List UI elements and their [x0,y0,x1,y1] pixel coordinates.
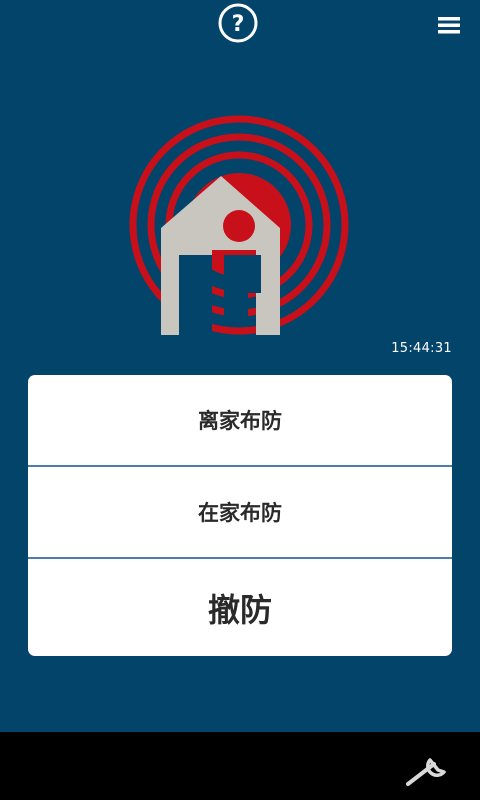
home-arm-button[interactable]: 在家布防 [28,467,452,557]
clock-time: 15:44:31 [391,341,452,356]
help-icon[interactable]: ? [217,2,259,44]
away-arm-button[interactable]: 离家布防 [28,375,452,465]
wrench-icon[interactable] [400,752,450,790]
svg-text:?: ? [232,12,245,37]
house-alarm-signal-icon [129,115,349,335]
disarm-button[interactable]: 撤防 [28,559,452,656]
app-screen: ? 15:44:31 离家布防 在家布防 撤防 [0,0,480,800]
menu-icon[interactable] [434,10,464,40]
arm-mode-panel: 离家布防 在家布防 撤防 [28,375,452,656]
